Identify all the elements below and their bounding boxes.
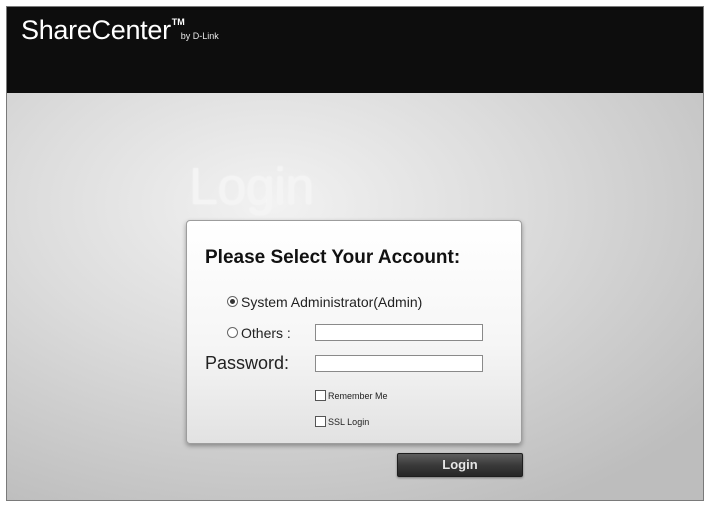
logo-trademark: TM [171, 17, 185, 27]
login-button[interactable]: Login [397, 453, 523, 477]
logo-byline: by D-Link [180, 31, 219, 41]
account-select-title: Please Select Your Account: [205, 247, 461, 268]
password-row: Password: [205, 353, 289, 374]
admin-option[interactable]: System Administrator(Admin) [227, 293, 422, 311]
others-radio[interactable] [227, 327, 238, 339]
remember-me-checkbox[interactable] [315, 390, 326, 402]
login-panel: Please Select Your Account: System Admin… [186, 220, 522, 444]
ssl-login-option[interactable]: SSL Login [315, 413, 369, 431]
password-input[interactable] [315, 355, 483, 372]
remember-me-option[interactable]: Remember Me [315, 387, 388, 405]
password-label: Password: [205, 353, 290, 373]
header-bar: ShareCenterTM by D-Link [7, 7, 703, 93]
ssl-login-label: SSL Login [328, 416, 370, 427]
admin-radio[interactable] [227, 296, 238, 308]
page-title: Login [189, 158, 314, 216]
sharecenter-logo: ShareCenterTM by D-Link [21, 15, 219, 46]
others-option-label: Others : [241, 324, 291, 341]
ssl-login-checkbox[interactable] [315, 416, 326, 428]
others-username-input[interactable] [315, 324, 483, 341]
remember-me-label: Remember Me [328, 390, 388, 401]
others-option[interactable]: Others : [227, 324, 291, 342]
logo-text: ShareCenter [21, 15, 171, 45]
admin-option-label: System Administrator(Admin) [241, 293, 423, 310]
